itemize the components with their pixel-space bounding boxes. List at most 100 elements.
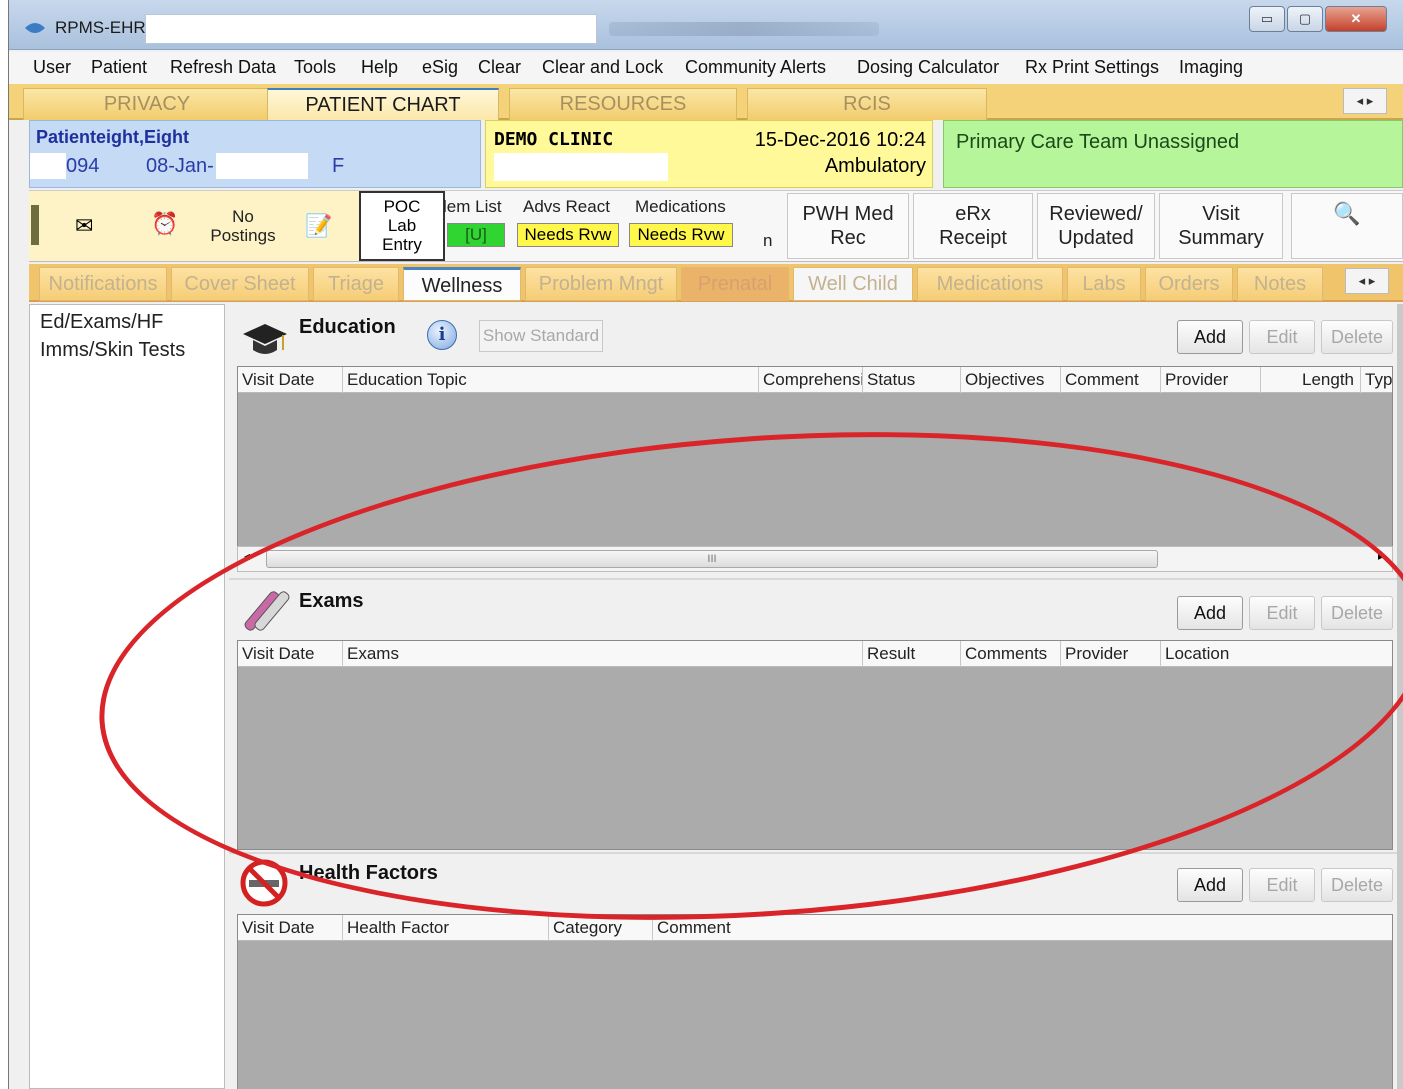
window-title: RPMS-EHR bbox=[55, 18, 146, 37]
education-delete-button[interactable]: Delete bbox=[1321, 320, 1393, 354]
top-tab-scroll-arrows[interactable]: ◂ ▸ bbox=[1343, 88, 1387, 114]
column-header[interactable]: Length bbox=[1260, 367, 1360, 393]
medications-label[interactable]: Medications bbox=[635, 197, 726, 216]
scroll-thumb[interactable]: III bbox=[266, 550, 1158, 568]
education-grid[interactable]: Visit Date Education Topic Comprehensi S… bbox=[237, 366, 1393, 548]
menu-clear-and-lock[interactable]: Clear and Lock bbox=[542, 57, 663, 78]
tab-wellness[interactable]: Wellness bbox=[403, 267, 521, 301]
mailbox-icon[interactable]: ✉ bbox=[75, 215, 93, 237]
column-header[interactable]: Health Factor bbox=[342, 915, 548, 941]
column-header[interactable]: Category bbox=[548, 915, 652, 941]
health-factors-grid[interactable]: Visit Date Health Factor Category Commen… bbox=[237, 914, 1393, 1089]
menu-patient[interactable]: Patient bbox=[91, 57, 147, 78]
close-button[interactable]: ✕ bbox=[1325, 6, 1387, 32]
column-header[interactable]: Comments bbox=[960, 641, 1060, 667]
advs-react-badge[interactable]: Needs Rvw bbox=[517, 223, 619, 247]
menu-tools[interactable]: Tools bbox=[294, 57, 336, 78]
tab-resources[interactable]: RESOURCES bbox=[509, 88, 737, 120]
problem-list-label[interactable]: lem List bbox=[443, 197, 502, 216]
tab-well-child[interactable]: Well Child bbox=[793, 267, 913, 301]
nav-imms-skin-tests[interactable]: Imms/Skin Tests bbox=[40, 339, 185, 362]
column-header[interactable]: Typ bbox=[1360, 367, 1394, 393]
redacted-field bbox=[216, 153, 308, 179]
maximize-button[interactable]: ▢ bbox=[1287, 6, 1323, 32]
no-smoking-icon bbox=[240, 859, 288, 907]
tab-labs[interactable]: Labs bbox=[1067, 267, 1141, 301]
column-header[interactable]: Exams bbox=[342, 641, 862, 667]
exams-delete-button[interactable]: Delete bbox=[1321, 596, 1393, 630]
health-factors-edit-button[interactable]: Edit bbox=[1249, 868, 1315, 902]
patient-id: 094 bbox=[66, 155, 100, 177]
minimize-button[interactable]: ▭ bbox=[1249, 6, 1285, 32]
window-border bbox=[1397, 304, 1403, 1089]
scroll-right-arrow-icon[interactable]: ▸ bbox=[1378, 549, 1384, 563]
column-header[interactable]: Status bbox=[862, 367, 960, 393]
tab-notes[interactable]: Notes bbox=[1237, 267, 1323, 301]
menu-user[interactable]: User bbox=[33, 57, 71, 78]
notepad-icon[interactable]: 📝 bbox=[305, 215, 332, 237]
medications-badge[interactable]: Needs Rvw bbox=[629, 223, 733, 247]
column-header[interactable]: Comprehensi bbox=[758, 367, 862, 393]
education-horizontal-scrollbar[interactable]: ◂ III ▸ bbox=[237, 546, 1393, 572]
report-button[interactable]: 🔍 bbox=[1291, 193, 1403, 259]
exams-edit-button[interactable]: Edit bbox=[1249, 596, 1315, 630]
tab-privacy[interactable]: PRIVACY bbox=[23, 88, 271, 120]
pwh-med-rec-button[interactable]: PWH Med Rec bbox=[787, 193, 909, 259]
info-icon[interactable]: i bbox=[427, 320, 457, 350]
column-header[interactable]: Education Topic bbox=[342, 367, 758, 393]
tab-prenatal[interactable]: Prenatal bbox=[681, 267, 789, 301]
chart-tab-scroll-arrows[interactable]: ◂ ▸ bbox=[1345, 268, 1389, 294]
education-edit-button[interactable]: Edit bbox=[1249, 320, 1315, 354]
erx-receipt-button[interactable]: eRx Receipt bbox=[913, 193, 1033, 259]
menu-community-alerts[interactable]: Community Alerts bbox=[685, 57, 826, 78]
menu-rx-print-settings[interactable]: Rx Print Settings bbox=[1025, 57, 1159, 78]
column-header[interactable]: Provider bbox=[1060, 641, 1160, 667]
nav-ed-exams-hf[interactable]: Ed/Exams/HF bbox=[40, 311, 163, 334]
tab-rcis[interactable]: RCIS bbox=[747, 88, 987, 120]
problem-list-badge[interactable]: [U] bbox=[447, 223, 505, 247]
menu-esig[interactable]: eSig bbox=[422, 57, 458, 78]
column-header[interactable]: Visit Date bbox=[238, 915, 342, 941]
tab-cover-sheet[interactable]: Cover Sheet bbox=[171, 267, 309, 301]
poc-lab-entry-button[interactable]: POC Lab Entry bbox=[359, 191, 445, 261]
tab-orders[interactable]: Orders bbox=[1145, 267, 1233, 301]
exams-add-button[interactable]: Add bbox=[1177, 596, 1243, 630]
scroll-left-arrow-icon[interactable]: ◂ bbox=[244, 549, 250, 563]
patient-banner[interactable]: Patienteight,Eight 094 08-Jan- F bbox=[29, 120, 481, 188]
menu-clear[interactable]: Clear bbox=[478, 57, 521, 78]
tab-patient-chart[interactable]: PATIENT CHART bbox=[267, 88, 499, 120]
tab-triage[interactable]: Triage bbox=[313, 267, 399, 301]
tab-notifications[interactable]: Notifications bbox=[39, 267, 167, 301]
visit-type: Ambulatory bbox=[824, 155, 926, 177]
menu-help[interactable]: Help bbox=[361, 57, 398, 78]
graduation-cap-icon bbox=[243, 324, 287, 354]
no-postings-label[interactable]: No Postings bbox=[203, 207, 283, 245]
education-add-button[interactable]: Add bbox=[1177, 320, 1243, 354]
title-bar: RPMS-EHR ▭ ▢ ✕ bbox=[9, 0, 1403, 50]
exams-grid[interactable]: Visit Date Exams Result Comments Provide… bbox=[237, 640, 1393, 850]
menu-imaging[interactable]: Imaging bbox=[1179, 57, 1243, 78]
column-header[interactable]: Comment bbox=[1060, 367, 1160, 393]
menu-refresh-data[interactable]: Refresh Data bbox=[170, 57, 276, 78]
tab-medications[interactable]: Medications bbox=[917, 267, 1063, 301]
health-factors-delete-button[interactable]: Delete bbox=[1321, 868, 1393, 902]
reviewed-updated-button[interactable]: Reviewed/ Updated bbox=[1037, 193, 1155, 259]
health-factors-add-button[interactable]: Add bbox=[1177, 868, 1243, 902]
menu-dosing-calculator[interactable]: Dosing Calculator bbox=[857, 57, 999, 78]
column-header[interactable]: Objectives bbox=[960, 367, 1060, 393]
visit-summary-button[interactable]: Visit Summary bbox=[1159, 193, 1283, 259]
section-divider bbox=[229, 578, 1397, 580]
show-standard-button[interactable]: Show Standard bbox=[479, 320, 603, 352]
care-team-banner[interactable]: Primary Care Team Unassigned bbox=[943, 120, 1403, 188]
column-header[interactable]: Visit Date bbox=[238, 367, 342, 393]
column-header[interactable]: Comment bbox=[652, 915, 1394, 941]
visit-datetime: 15-Dec-2016 10:24 bbox=[754, 129, 926, 151]
advs-react-label[interactable]: Advs React bbox=[523, 197, 610, 216]
column-header[interactable]: Result bbox=[862, 641, 960, 667]
column-header[interactable]: Location bbox=[1160, 641, 1394, 667]
alarm-clock-icon[interactable]: ⏰ bbox=[151, 213, 178, 235]
visit-banner[interactable]: DEMO CLINIC 15-Dec-2016 10:24 Ambulatory bbox=[485, 120, 933, 188]
tab-problem-mngt[interactable]: Problem Mngt bbox=[525, 267, 677, 301]
column-header[interactable]: Provider bbox=[1160, 367, 1260, 393]
column-header[interactable]: Visit Date bbox=[238, 641, 342, 667]
